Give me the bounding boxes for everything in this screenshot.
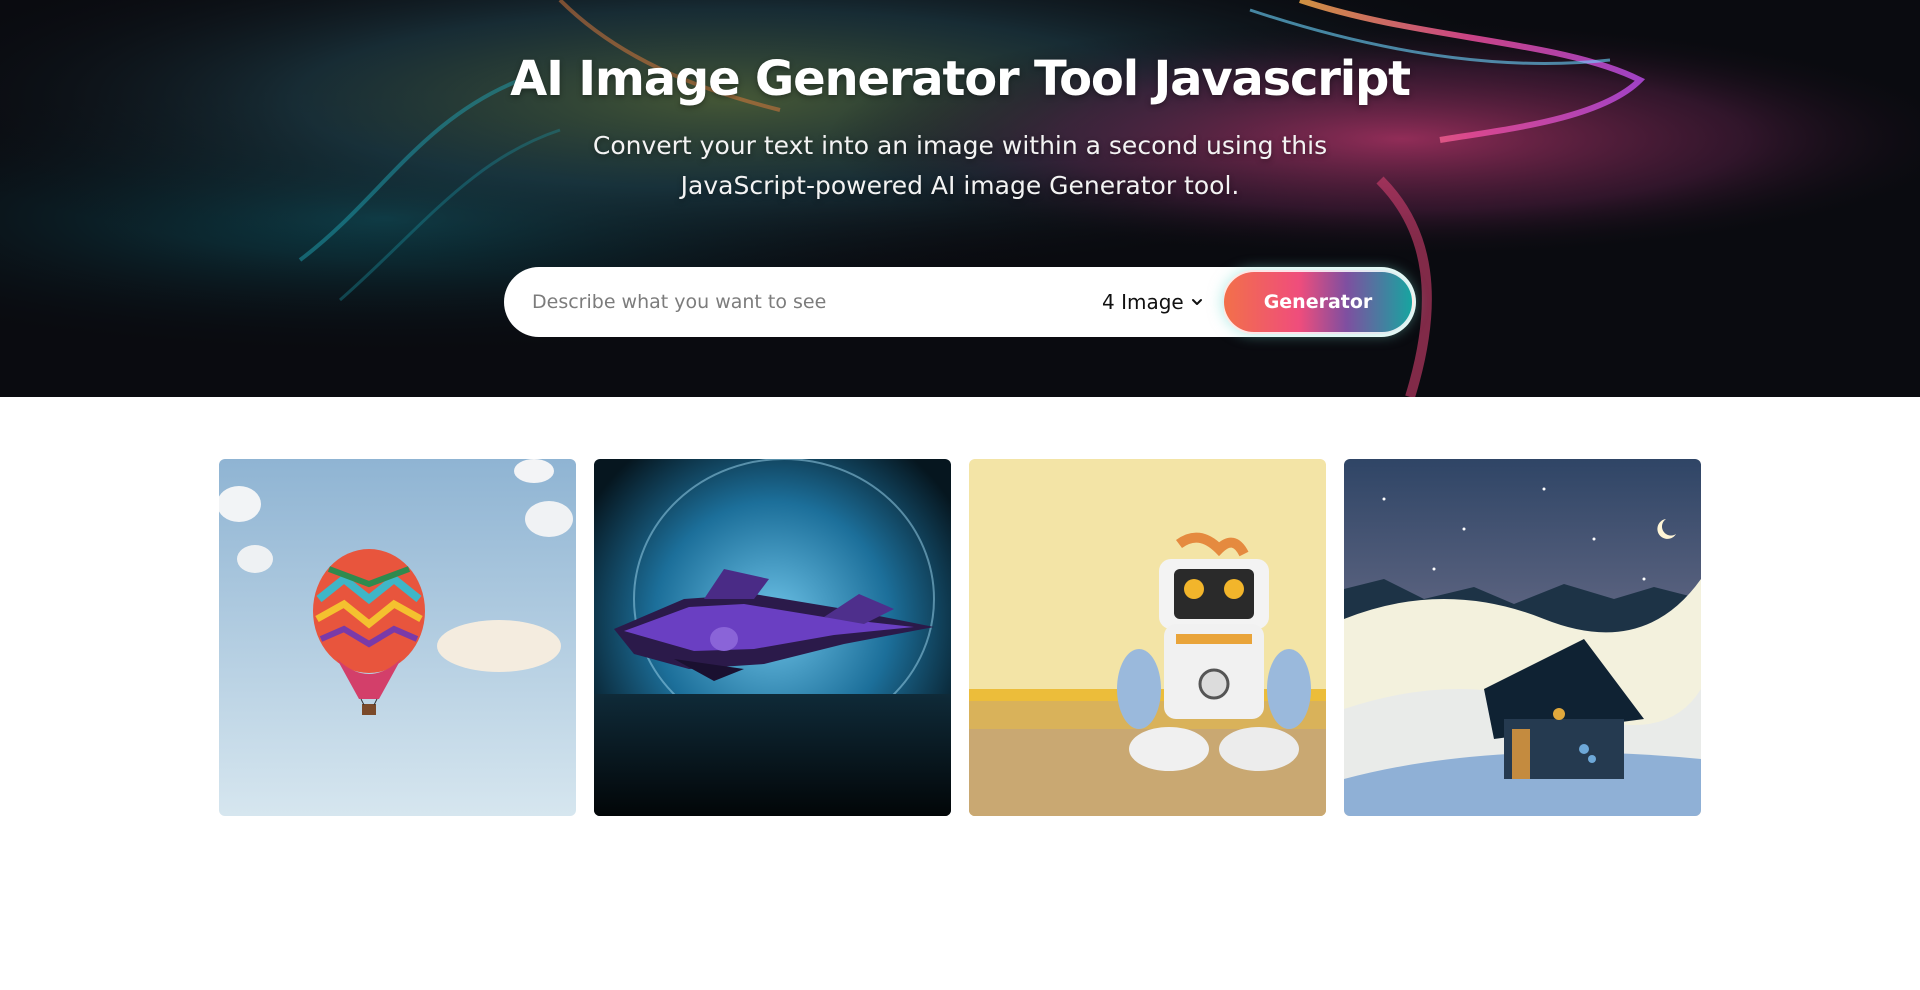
prompt-input[interactable]: [532, 282, 1072, 322]
image-card[interactable]: [594, 459, 951, 816]
generate-button[interactable]: Generator: [1222, 270, 1414, 334]
generated-image-balloon: [219, 459, 576, 816]
hero-content: AI Image Generator Tool Javascript Conve…: [0, 0, 1920, 397]
page-title: AI Image Generator Tool Javascript: [510, 51, 1411, 107]
image-card[interactable]: [1344, 459, 1701, 816]
generate-form: 4 Image Generator: [504, 267, 1416, 337]
image-gallery: [219, 459, 1702, 816]
image-card[interactable]: [219, 459, 576, 816]
generated-image-snow-cabin: [1344, 459, 1701, 816]
image-card[interactable]: [969, 459, 1326, 816]
page-subtitle: Convert your text into an image within a…: [592, 131, 1328, 200]
generated-image-spaceship: [594, 459, 951, 816]
image-count-value: 4 Image: [1102, 290, 1184, 314]
hero-banner: AI Image Generator Tool Javascript Conve…: [0, 0, 1920, 397]
chevron-down-icon: [1191, 299, 1202, 305]
generated-image-robot: [969, 459, 1326, 816]
image-count-select[interactable]: 4 Image: [1102, 267, 1204, 337]
